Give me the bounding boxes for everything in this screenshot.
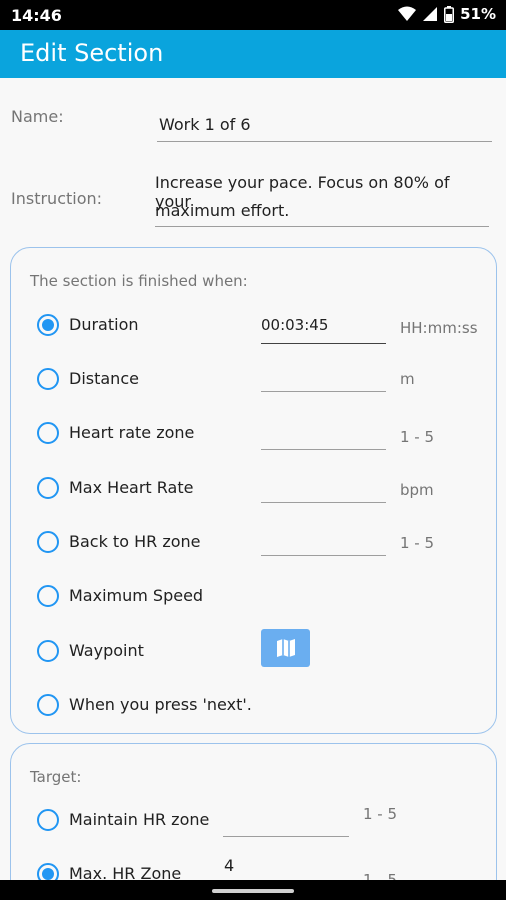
instruction-line-2: maximum effort. (155, 201, 290, 220)
option-duration-label: Duration (69, 315, 139, 334)
maintain-hr-zone-input[interactable] (223, 807, 349, 837)
distance-unit: m (400, 370, 415, 388)
edit-section-form: Name: Work 1 of 6 Instruction: Increase … (0, 78, 506, 880)
name-field[interactable]: Work 1 of 6 (157, 108, 492, 142)
finish-condition-card: The section is finished when: Duration 0… (10, 247, 497, 734)
status-time: 14:46 (11, 6, 62, 25)
instruction-underline (155, 226, 489, 227)
heart-rate-zone-underline (261, 449, 386, 450)
option-maximum-speed-label: Maximum Speed (69, 586, 204, 605)
radio-waypoint[interactable] (37, 640, 59, 662)
duration-value: 00:03:45 (261, 316, 329, 334)
radio-maintain-hr-zone[interactable] (37, 809, 59, 831)
home-gesture-handle[interactable] (212, 889, 294, 893)
radio-duration[interactable] (37, 314, 59, 336)
back-to-hr-zone-underline (261, 555, 386, 556)
option-distance-label: Distance (69, 369, 139, 388)
map-icon (276, 639, 295, 657)
max-heart-rate-unit: bpm (400, 481, 434, 499)
page-title: Edit Section (20, 39, 164, 67)
battery-icon (444, 5, 455, 23)
radio-back-to-hr-zone[interactable] (37, 531, 59, 553)
option-max-hr-zone-label: Max. HR Zone (69, 864, 182, 880)
finish-heading: The section is finished when: (30, 272, 248, 290)
radio-heart-rate-zone[interactable] (37, 422, 59, 444)
option-waypoint-label: Waypoint (69, 641, 144, 660)
radio-distance[interactable] (37, 368, 59, 390)
name-underline (157, 141, 492, 142)
max-hr-zone-unit: 1 - 5 (363, 871, 398, 880)
maintain-hr-zone-unit: 1 - 5 (363, 805, 398, 823)
radio-max-heart-rate[interactable] (37, 477, 59, 499)
instruction-label: Instruction: (11, 189, 103, 208)
maintain-hr-zone-underline (223, 836, 349, 837)
back-to-hr-zone-input[interactable] (261, 526, 386, 556)
signal-icon (423, 7, 438, 21)
target-card: Target: Maintain HR zone 1 - 5 Max. HR Z… (10, 743, 497, 880)
option-max-heart-rate-label: Max Heart Rate (69, 478, 194, 497)
option-heart-rate-zone-label: Heart rate zone (69, 423, 195, 442)
max-heart-rate-input[interactable] (261, 473, 386, 503)
name-label: Name: (11, 107, 64, 126)
max-hr-zone-value: 4 (224, 856, 235, 875)
distance-underline (261, 391, 386, 392)
radio-press-next[interactable] (37, 694, 59, 716)
app-bar: Edit Section (0, 30, 506, 78)
heart-rate-zone-input[interactable] (261, 420, 386, 450)
duration-underline (261, 343, 386, 344)
choose-waypoint-button[interactable] (261, 629, 310, 667)
wifi-icon (398, 6, 417, 21)
max-heart-rate-underline (261, 502, 386, 503)
radio-max-hr-zone[interactable] (37, 863, 59, 880)
status-icons: 51% (398, 5, 496, 23)
heart-rate-zone-unit: 1 - 5 (400, 428, 435, 446)
target-heading: Target: (30, 768, 82, 786)
back-to-hr-zone-unit: 1 - 5 (400, 534, 435, 552)
radio-maximum-speed[interactable] (37, 585, 59, 607)
option-press-next-label: When you press 'next'. (69, 695, 252, 714)
navigation-bar (0, 880, 506, 900)
distance-input[interactable] (261, 362, 386, 392)
duration-unit: HH:mm:ss (400, 319, 478, 337)
status-bar: 14:46 51% (0, 0, 506, 30)
battery-percent: 51% (460, 5, 496, 23)
max-hr-zone-input[interactable]: 4 (223, 856, 349, 880)
option-maintain-hr-zone-label: Maintain HR zone (69, 810, 210, 829)
instruction-field[interactable]: Increase your pace. Focus on 80% of your… (155, 169, 489, 227)
name-value: Work 1 of 6 (159, 115, 251, 134)
duration-input[interactable]: 00:03:45 (261, 314, 386, 344)
option-back-to-hr-zone-label: Back to HR zone (69, 532, 201, 551)
